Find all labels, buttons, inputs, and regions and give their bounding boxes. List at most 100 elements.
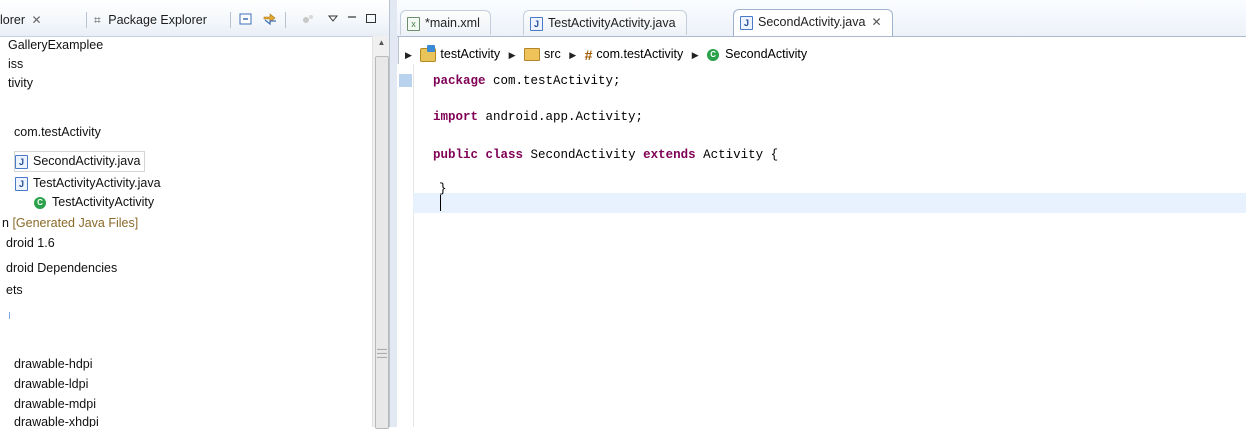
android-project-icon: [420, 44, 437, 62]
package-icon: #: [584, 46, 593, 63]
scrollbar-grip-icon: ― ― ―: [377, 344, 387, 363]
current-line-highlight: [413, 193, 1246, 213]
tree-item-label: ets: [6, 283, 23, 297]
minimize-icon: [348, 16, 356, 18]
tree-item-test-activity-java[interactable]: J TestActivityActivity.java: [15, 174, 161, 193]
java-file-icon: J: [740, 15, 753, 30]
keyword: extends: [643, 148, 696, 162]
close-icon[interactable]: ✕: [32, 13, 42, 27]
code-text: android.app.Activity;: [478, 110, 644, 124]
tab-separator: [230, 12, 231, 28]
code-text: com.testActivity;: [485, 74, 621, 88]
breadcrumb-package[interactable]: # com.testActivity: [585, 47, 684, 63]
collapse-all-button[interactable]: [238, 11, 254, 27]
breadcrumb: ▶ testActivity ▶ src ▶ # com.testActivity…: [397, 44, 807, 64]
tree-item-drawable-hdpi[interactable]: drawable-hdpi: [14, 355, 93, 374]
tree-item-label: iss: [8, 57, 24, 71]
tree-item-label: GalleryExamplee: [8, 38, 104, 52]
chevron-right-icon[interactable]: ▶: [405, 50, 412, 60]
package-explorer-pane: lorer ✕ ⌗ Package Explorer GalleryExampl…: [0, 0, 397, 429]
tree-item[interactable]: GalleryExamplee: [8, 36, 103, 55]
keyword: import: [433, 110, 479, 124]
tree-item-label: droid 1.6: [6, 236, 55, 250]
tree-item-second-activity[interactable]: J SecondActivity.java: [14, 151, 146, 172]
collapse-all-icon: [239, 13, 252, 25]
chevron-right-icon[interactable]: ▶: [509, 50, 516, 60]
tree-item-label: drawable-ldpi: [14, 377, 89, 391]
tab-label: *main.xml: [425, 16, 480, 30]
keyword: public: [433, 148, 479, 162]
chevron-right-icon[interactable]: ▶: [692, 50, 699, 60]
link-with-editor-icon: [263, 13, 276, 26]
tab-outline-label: lorer: [0, 13, 26, 27]
maximize-button[interactable]: [364, 11, 380, 27]
tree-item-android-deps[interactable]: droid Dependencies: [6, 259, 117, 278]
tab-separator: [86, 12, 87, 28]
tab-main-xml[interactable]: x *main.xml: [400, 10, 491, 35]
tree-item-drawable-mdpi[interactable]: drawable-mdpi: [14, 395, 96, 414]
code-line-1: package com.testActivity;: [433, 72, 621, 90]
breadcrumb-class[interactable]: C SecondActivity: [707, 47, 807, 61]
tree-item-label: [Generated Java Files]: [12, 216, 139, 230]
view-menu-button[interactable]: [326, 11, 342, 27]
explorer-tab-bar: lorer ✕ ⌗ Package Explorer: [0, 0, 397, 37]
java-file-icon: J: [15, 176, 28, 191]
code-line-2: import android.app.Activity;: [433, 108, 643, 126]
tree-item-gen[interactable]: n [Generated Java Files]: [2, 214, 138, 233]
code-line-3: public class SecondActivity extends Acti…: [433, 146, 778, 164]
tree-item-label: com.testActivity: [14, 125, 101, 139]
source-folder-icon: [524, 48, 541, 62]
tree-item-drawable-xhdpi[interactable]: drawable-xhdpi: [14, 413, 99, 427]
focus-button[interactable]: [300, 11, 316, 27]
tree-item-label: SecondActivity.java: [33, 154, 141, 168]
tree-item-label: TestActivityActivity: [52, 195, 155, 209]
tab-package-explorer-label: Package Explorer: [108, 13, 207, 27]
editor-tab-bar: x *main.xml J TestActivityActivity.java JS…: [397, 0, 1246, 37]
breadcrumb-project-label: testActivity: [440, 47, 501, 61]
code-line-4: }: [439, 180, 447, 198]
keyword: class: [485, 148, 524, 162]
breadcrumb-src-label: src: [544, 47, 561, 61]
tree-item-label: tivity: [8, 76, 33, 90]
tree-item-label: TestActivityActivity.java: [33, 176, 161, 190]
java-file-icon: J: [15, 154, 28, 169]
tree-item[interactable]: iss: [8, 55, 23, 74]
java-file-icon: J: [530, 16, 543, 31]
tab-second-activity-java[interactable]: J SecondActivity.java ✕: [733, 9, 893, 36]
breadcrumb-project[interactable]: testActivity: [420, 44, 501, 62]
class-icon: C: [707, 48, 720, 61]
tree-item-label: drawable-xhdpi: [14, 415, 99, 427]
link-with-editor-button[interactable]: [262, 11, 278, 27]
tree-item-test-activity-class[interactable]: C TestActivityActivity: [34, 193, 154, 212]
tree-item-assets[interactable]: ets: [6, 281, 23, 300]
tab-outline[interactable]: lorer ✕: [0, 9, 42, 31]
tree-item-drawable-ldpi[interactable]: drawable-ldpi: [14, 375, 88, 394]
tree-item-package[interactable]: com.testActivity: [14, 123, 101, 142]
editor-pane: x *main.xml J TestActivityActivity.java JS…: [397, 0, 1246, 427]
minimize-button[interactable]: [345, 11, 361, 27]
code-text: }: [439, 182, 447, 196]
explorer-scrollbar[interactable]: ▲ ― ― ―: [372, 36, 390, 429]
chevron-right-icon[interactable]: ▶: [569, 50, 576, 60]
scrollbar-thumb[interactable]: [375, 56, 389, 429]
tree-item-label-prefix: n: [2, 216, 9, 230]
tree-item-label: drawable-hdpi: [14, 357, 93, 371]
ruler-marker: [399, 74, 412, 87]
tree-item-android-lib[interactable]: droid 1.6: [6, 234, 55, 253]
code-text: Activity {: [695, 148, 779, 162]
tree-item-label: droid Dependencies: [6, 261, 118, 275]
view-menu-icon: [327, 15, 339, 22]
breadcrumb-src[interactable]: src: [524, 47, 561, 62]
toolbar-separator: [285, 12, 286, 28]
close-icon[interactable]: ✕: [871, 15, 881, 29]
package-explorer-icon: ⌗: [94, 13, 101, 27]
tree-item[interactable]: tivity: [8, 74, 33, 93]
tab-package-explorer[interactable]: ⌗ Package Explorer: [94, 9, 207, 31]
project-tree: GalleryExamplee iss tivity com.testActiv…: [0, 36, 372, 427]
scroll-up-arrow-icon[interactable]: ▲: [373, 38, 390, 50]
tab-test-activity-java[interactable]: J TestActivityActivity.java: [523, 10, 687, 35]
breadcrumb-package-label: com.testActivity: [596, 47, 684, 61]
keyword: package: [433, 74, 486, 88]
class-icon: C: [34, 196, 46, 209]
tree-connector: [9, 312, 10, 319]
